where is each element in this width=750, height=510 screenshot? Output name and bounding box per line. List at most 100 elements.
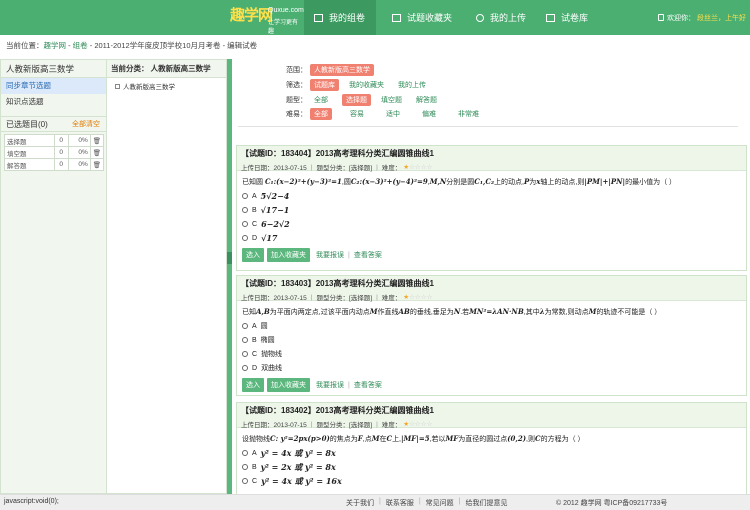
- radio-icon[interactable]: [242, 478, 248, 484]
- selected-count-label: 已选题目(0): [6, 120, 48, 129]
- option-c[interactable]: C 抛物线: [242, 347, 741, 361]
- radio-icon[interactable]: [242, 337, 248, 343]
- radio-icon[interactable]: [242, 323, 248, 329]
- stem-text: 的垂线,垂足为: [409, 309, 454, 316]
- add-favorite-button[interactable]: 加入收藏夹: [267, 378, 310, 392]
- option-key: A: [252, 449, 257, 457]
- selected-summary-table: 选择题 0 0% 🗑 填空题 0 0% 🗑 解答题 0 0% 🗑: [4, 134, 105, 171]
- radio-icon[interactable]: [242, 464, 248, 470]
- filter-option-uploads[interactable]: 我的上传: [394, 79, 430, 91]
- radio-icon[interactable]: [242, 207, 248, 213]
- radio-icon[interactable]: [242, 193, 248, 199]
- radio-icon[interactable]: [242, 450, 248, 456]
- option-b[interactable]: By² = 2x 或 y² = 8x: [242, 460, 741, 474]
- type-cell: 填空题: [4, 146, 55, 159]
- stem-text: 作直线: [377, 309, 399, 316]
- table-row: 解答题 0 0% 🗑: [4, 158, 105, 171]
- lock-icon: [658, 14, 664, 21]
- question-card: 【试题ID：183402】2013高考理科分类汇编圆锥曲线1 上传日期：2013…: [236, 402, 747, 494]
- stem-text: 设抛物线: [242, 436, 270, 443]
- report-error-link[interactable]: 我要报误: [316, 380, 344, 390]
- view-answer-link[interactable]: 查看答案: [354, 250, 382, 260]
- welcome-label: 欢迎你：: [667, 14, 695, 22]
- stem-text: ,其中: [523, 309, 540, 316]
- option-key: B: [252, 463, 257, 471]
- difficulty-stars: ★☆☆☆☆: [403, 164, 433, 171]
- radio-icon[interactable]: [242, 351, 248, 357]
- select-button[interactable]: 选入: [242, 248, 264, 262]
- site-logo[interactable]: 趣学网 Quxue.com 让学习更有趣: [230, 4, 304, 35]
- difficulty-option-easy[interactable]: 容易: [346, 108, 368, 120]
- stem-text: 为平面内两定点,过该平面内动点: [269, 309, 370, 316]
- footer-link-faq[interactable]: 常见问题: [426, 498, 454, 508]
- view-answer-link[interactable]: 查看答案: [354, 380, 382, 390]
- type-option-all[interactable]: 全部: [310, 94, 332, 106]
- stem-text: 为常数,则动点: [544, 309, 589, 316]
- difficulty-option-medium[interactable]: 适中: [382, 108, 404, 120]
- filter-option-favorites[interactable]: 我的收藏夹: [345, 79, 388, 91]
- nav-my-paper[interactable]: 我的组卷: [304, 0, 376, 35]
- option-a[interactable]: Ay² = 4x 或 y² = 8x: [242, 446, 741, 460]
- option-d[interactable]: D √17: [242, 231, 741, 245]
- difficulty-option-very-hard[interactable]: 非常难: [454, 108, 483, 120]
- option-key: C: [252, 350, 258, 358]
- panel-divider[interactable]: [227, 59, 232, 494]
- footer-link-about[interactable]: 关于我们: [346, 498, 374, 508]
- type-option-answer[interactable]: 解答题: [412, 94, 441, 106]
- radio-icon[interactable]: [242, 365, 248, 371]
- option-key: C: [252, 220, 258, 228]
- option-d[interactable]: D 双曲线: [242, 361, 741, 375]
- footer-link-feedback[interactable]: 给我们提意见: [465, 498, 507, 508]
- nav-paper-library[interactable]: 试卷库: [536, 0, 604, 35]
- option-b[interactable]: B 椭圆: [242, 333, 741, 347]
- trash-icon[interactable]: 🗑: [89, 158, 105, 171]
- difficulty-option-all[interactable]: 全部: [310, 108, 332, 120]
- math-formula: A,B: [256, 307, 270, 316]
- category-tree-panel: 当前分类： 人教新版高三数学 人教新版高三数学: [107, 59, 227, 494]
- filter-panel: 范围： 人教新版高三数学 筛选： 试题库 我的收藏夹 我的上传 题型： 全部 选…: [238, 62, 738, 127]
- footer-link-contact[interactable]: 联系客服: [386, 498, 414, 508]
- breadcrumb-section-link[interactable]: 组卷: [73, 41, 88, 50]
- difficulty-label: 难易：: [286, 111, 307, 118]
- filter-difficulty-row: 难易： 全部 容易 适中 偏难 非常难: [286, 108, 489, 120]
- trash-icon[interactable]: 🗑: [89, 134, 105, 147]
- option-value: √17−1: [260, 204, 290, 215]
- radio-icon[interactable]: [242, 235, 248, 241]
- breadcrumb-home-link[interactable]: 趣学网: [44, 41, 67, 50]
- report-error-link[interactable]: 我要报误: [316, 250, 344, 260]
- option-c[interactable]: Cy² = 4x 或 y² = 16x: [242, 474, 741, 488]
- type-option-blank[interactable]: 填空题: [377, 94, 406, 106]
- top-header: 趣学网 Quxue.com 让学习更有趣 我的组卷 试题收藏夹 我的上传 试卷库…: [0, 0, 750, 35]
- sidebar-item-knowledge-select[interactable]: 知识点选题: [1, 94, 106, 110]
- add-favorite-button[interactable]: 加入收藏夹: [267, 248, 310, 262]
- difficulty-option-hard[interactable]: 偏难: [418, 108, 440, 120]
- logo-domain: Quxue.com: [268, 7, 304, 14]
- nav-favorites[interactable]: 试题收藏夹: [380, 0, 466, 35]
- option-b[interactable]: B √17−1: [242, 203, 741, 217]
- math-formula: |MF|=5: [401, 434, 430, 443]
- option-key: A: [252, 192, 257, 200]
- option-c[interactable]: C 6−2√2: [242, 217, 741, 231]
- nav-my-uploads[interactable]: 我的上传: [466, 0, 536, 35]
- user-welcome: 欢迎你： 段丝兰，上午好: [658, 0, 750, 35]
- nav-label: 试题收藏夹: [407, 13, 453, 23]
- nav-label: 我的上传: [490, 13, 527, 23]
- trash-icon[interactable]: 🗑: [89, 146, 105, 159]
- tree-node[interactable]: 人教新版高三数学: [115, 81, 226, 91]
- option-value: 抛物线: [261, 350, 283, 358]
- left-sidebar: 人教新版高三数学 同步章节选题 知识点选题 已选题目(0) 全部清空 选择题 0…: [0, 59, 107, 494]
- clear-all-button[interactable]: 全部清空: [72, 117, 100, 133]
- option-a[interactable]: A圆: [242, 319, 741, 333]
- option-a[interactable]: A 5√2−4: [242, 189, 741, 203]
- sidebar-item-chapter-select[interactable]: 同步章节选题: [1, 78, 106, 94]
- breadcrumb-sep: -: [66, 41, 73, 50]
- radio-icon[interactable]: [242, 221, 248, 227]
- type-option-choice[interactable]: 选择题: [342, 94, 371, 106]
- math-formula: C₁,C₂: [474, 177, 495, 186]
- option-key: C: [252, 477, 258, 485]
- filter-option-library[interactable]: 试题库: [310, 79, 339, 91]
- question-body: 设抛物线C: y²=2px(p>0)的焦点为F,点M在C上,|MF|=5,若以M…: [237, 428, 746, 492]
- select-button[interactable]: 选入: [242, 378, 264, 392]
- user-name-link[interactable]: 段丝兰，上午好: [697, 13, 746, 23]
- collapse-handle-icon[interactable]: [227, 252, 232, 264]
